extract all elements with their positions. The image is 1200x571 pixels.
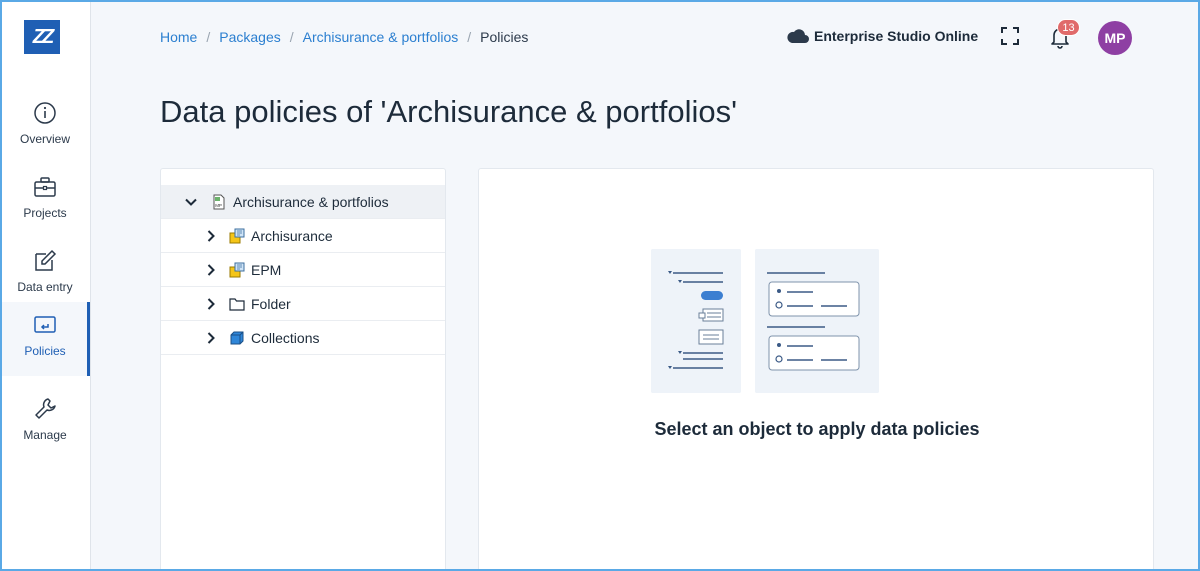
policy-cards-illustration-icon (755, 249, 879, 393)
tree-item-label: Folder (251, 295, 291, 312)
notification-badge: 13 (1057, 19, 1080, 36)
app-logo[interactable]: ZZ (24, 20, 60, 54)
fullscreen-icon[interactable] (1000, 26, 1020, 46)
avatar[interactable]: MP (1098, 21, 1132, 55)
model-package-icon: MP (213, 194, 225, 209)
model-icon (229, 262, 245, 277)
breadcrumb-package[interactable]: Archisurance & portfolios (303, 29, 459, 45)
sidebar-item-projects[interactable]: Projects (0, 164, 90, 238)
page-title: Data policies of 'Archisurance & portfol… (160, 94, 737, 129)
breadcrumb-separator: / (206, 29, 211, 45)
studio-switcher[interactable]: Enterprise Studio Online (786, 27, 978, 45)
tree-panel: MP Archisurance & portfolios Archisuranc… (160, 168, 446, 571)
chevron-right-icon[interactable] (205, 263, 217, 276)
sidebar-item-data-entry[interactable]: Data entry (0, 238, 90, 312)
policy-icon (34, 316, 56, 333)
chevron-right-icon[interactable] (205, 229, 217, 242)
tree-illustration-icon (651, 249, 741, 393)
wrench-icon (35, 398, 56, 419)
tree-item-label: Collections (251, 329, 320, 346)
sidebar-item-label: Policies (24, 344, 66, 358)
breadcrumb: Home / Packages / Archisurance & portfol… (160, 29, 528, 45)
tree-item-collections[interactable]: Collections (161, 321, 445, 355)
briefcase-icon (34, 177, 56, 197)
tree-item-archisurance[interactable]: Archisurance (161, 219, 445, 253)
breadcrumb-current: Policies (480, 29, 529, 45)
sidebar-item-label: Manage (23, 428, 67, 442)
breadcrumb-home[interactable]: Home (160, 29, 197, 45)
empty-state-message: Select an object to apply data policies (654, 419, 980, 439)
sidebar-item-manage[interactable]: Manage (0, 386, 90, 460)
svg-text:MP: MP (215, 203, 222, 208)
breadcrumb-separator: / (467, 29, 472, 45)
chevron-right-icon[interactable] (205, 297, 217, 310)
sidebar-item-label: Projects (23, 206, 67, 220)
sidebar-item-overview[interactable]: Overview (0, 90, 90, 164)
sidebar-item-label: Data entry (17, 280, 73, 294)
sidebar-item-label: Overview (19, 132, 70, 146)
breadcrumb-separator: / (289, 29, 294, 45)
edit-icon (35, 249, 57, 271)
tree-item-root[interactable]: MP Archisurance & portfolios (161, 185, 445, 219)
folder-icon (229, 297, 245, 311)
sidebar-item-policies[interactable]: Policies (0, 302, 90, 376)
policy-detail-panel: Select an object to apply data policies (478, 168, 1154, 571)
tree-item-epm[interactable]: EPM (161, 253, 445, 287)
info-icon (34, 102, 56, 124)
studio-label: Enterprise Studio Online (814, 28, 979, 44)
tree-item-label: EPM (251, 261, 282, 278)
chevron-right-icon[interactable] (205, 331, 217, 344)
tree-item-label: Archisurance & portfolios (233, 193, 389, 210)
chevron-down-icon[interactable] (185, 196, 197, 208)
sidebar: ZZ Overview Projects Data entry Policies… (0, 0, 91, 571)
collection-cube-icon (230, 331, 244, 344)
tree-item-label: Archisurance (251, 227, 333, 244)
cloud-icon (787, 29, 809, 43)
model-icon (229, 228, 245, 243)
breadcrumb-packages[interactable]: Packages (219, 29, 280, 45)
tree-item-folder[interactable]: Folder (161, 287, 445, 321)
